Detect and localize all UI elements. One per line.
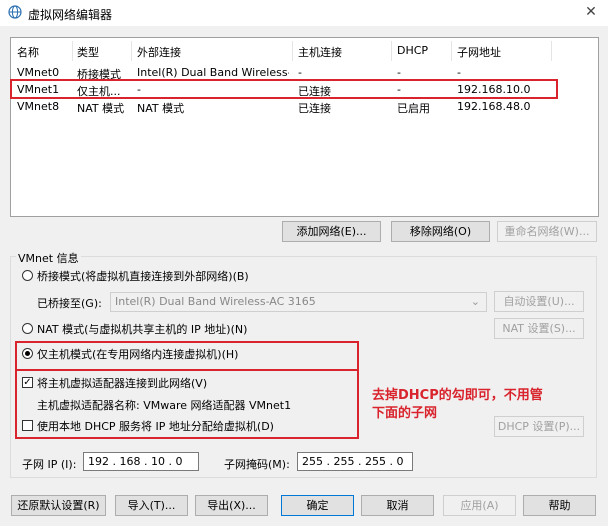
highlight-box-vmnet1 bbox=[10, 79, 558, 99]
cancel-button[interactable]: 取消 bbox=[361, 495, 434, 516]
remove-network-button[interactable]: 移除网络(O) bbox=[391, 221, 490, 242]
cell-external: NAT 模式 bbox=[137, 102, 185, 115]
bridged-to-label: 已桥接至(G): bbox=[37, 297, 102, 310]
column-header-type[interactable]: 类型 bbox=[77, 44, 99, 60]
rename-network-button[interactable]: 重命名网络(W)... bbox=[497, 221, 597, 242]
cell-dhcp: - bbox=[397, 66, 401, 79]
bridged-mode-label[interactable]: 桥接模式(将虚拟机直接连接到外部网络)(B) bbox=[37, 268, 249, 284]
window-title: 虚拟网络编辑器 bbox=[28, 8, 113, 22]
vmnet-info-label: VMnet 信息 bbox=[16, 250, 81, 266]
cell-subnet: - bbox=[457, 66, 461, 79]
cell-dhcp: 已启用 bbox=[397, 102, 430, 115]
table-row[interactable]: VMnet8 NAT 模式 NAT 模式 已连接 已启用 192.168.48.… bbox=[11, 100, 598, 116]
subnet-ip-label: 子网 IP (I): bbox=[22, 458, 77, 471]
network-globe-icon bbox=[8, 5, 22, 19]
export-button[interactable]: 导出(X)... bbox=[195, 495, 268, 516]
auto-settings-button[interactable]: 自动设置(U)... bbox=[494, 291, 584, 312]
annotation-line-1: 去掉DHCP的勾即可，不用管 bbox=[372, 388, 543, 403]
close-icon[interactable]: ✕ bbox=[580, 2, 602, 22]
nat-mode-label[interactable]: NAT 模式(与虚拟机共享主机的 IP 地址)(N) bbox=[37, 321, 247, 337]
highlight-divider bbox=[15, 369, 359, 371]
add-network-button[interactable]: 添加网络(E)... bbox=[282, 221, 381, 242]
column-header-host[interactable]: 主机连接 bbox=[298, 44, 342, 60]
nat-mode-radio[interactable] bbox=[22, 323, 33, 334]
restore-defaults-button[interactable]: 还原默认设置(R) bbox=[11, 495, 106, 516]
network-table: 名称 类型 外部连接 主机连接 DHCP 子网地址 VMnet0 桥接模式 In… bbox=[10, 37, 599, 217]
cell-host: - bbox=[298, 66, 302, 79]
column-header-subnet[interactable]: 子网地址 bbox=[457, 44, 501, 60]
apply-button[interactable]: 应用(A) bbox=[443, 495, 516, 516]
chevron-down-icon: ⌄ bbox=[470, 295, 480, 308]
cell-name: VMnet8 bbox=[17, 100, 60, 113]
bridged-to-select[interactable]: Intel(R) Dual Band Wireless-AC 3165 ⌄ bbox=[110, 292, 487, 312]
column-header-dhcp[interactable]: DHCP bbox=[397, 44, 428, 60]
subnet-mask-label: 子网掩码(M): bbox=[224, 458, 290, 471]
import-button[interactable]: 导入(T)... bbox=[115, 495, 188, 516]
highlight-box-host-only bbox=[15, 341, 359, 439]
help-button[interactable]: 帮助 bbox=[523, 495, 596, 516]
bridged-mode-radio[interactable] bbox=[22, 270, 33, 281]
cell-type: NAT 模式 bbox=[77, 102, 125, 115]
cell-host: 已连接 bbox=[298, 102, 331, 115]
bridged-to-value: Intel(R) Dual Band Wireless-AC 3165 bbox=[115, 295, 316, 308]
ok-button[interactable]: 确定 bbox=[281, 495, 354, 516]
column-header-name[interactable]: 名称 bbox=[17, 44, 39, 60]
cell-external: Intel(R) Dual Band Wireless-... bbox=[137, 66, 289, 79]
subnet-mask-input[interactable]: 255 . 255 . 255 . 0 bbox=[297, 452, 413, 471]
nat-settings-button[interactable]: NAT 设置(S)... bbox=[494, 318, 584, 339]
cell-subnet: 192.168.48.0 bbox=[457, 100, 531, 113]
subnet-ip-input[interactable]: 192 . 168 . 10 . 0 bbox=[83, 452, 199, 471]
cell-name: VMnet0 bbox=[17, 66, 60, 79]
annotation-line-2: 下面的子网 bbox=[372, 406, 438, 421]
dhcp-settings-button[interactable]: DHCP 设置(P)... bbox=[494, 416, 584, 437]
column-header-external[interactable]: 外部连接 bbox=[137, 44, 181, 60]
